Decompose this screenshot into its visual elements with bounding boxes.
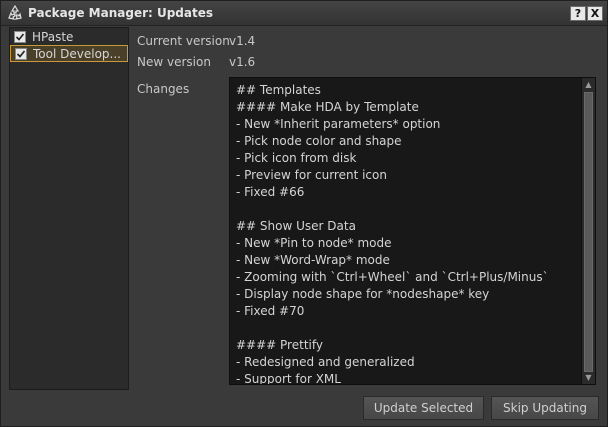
package-checkbox[interactable] <box>14 30 26 43</box>
help-button[interactable]: ? <box>570 6 586 21</box>
package-manager-window: Package Manager: Updates ? X HPaste Tool… <box>0 0 608 427</box>
scroll-thumb[interactable] <box>584 92 593 372</box>
window-title: Package Manager: Updates <box>28 6 214 20</box>
scroll-up-icon[interactable]: ▲ <box>582 78 595 91</box>
new-version-label: New version <box>137 55 211 69</box>
package-checkbox[interactable] <box>15 47 27 60</box>
package-list[interactable]: HPaste Tool Develop... <box>9 27 129 390</box>
scroll-down-icon[interactable]: ▼ <box>582 371 595 384</box>
current-version-label: Current version <box>137 34 230 48</box>
current-version-value: v1.4 <box>229 34 256 48</box>
changes-text: ## Templates #### Make HDA by Template -… <box>236 83 549 385</box>
package-label: HPaste <box>32 29 74 44</box>
skip-updating-button[interactable]: Skip Updating <box>491 396 599 420</box>
title-bar[interactable]: Package Manager: Updates ? X <box>1 1 607 26</box>
package-item-hpaste[interactable]: HPaste <box>10 28 128 45</box>
package-item-tool-develop[interactable]: Tool Develop... <box>10 45 128 62</box>
close-button[interactable]: X <box>587 6 603 21</box>
vertical-scrollbar[interactable]: ▲ ▼ <box>581 78 595 384</box>
changes-label: Changes <box>137 82 190 96</box>
changes-text-area[interactable]: ## Templates #### Make HDA by Template -… <box>229 77 596 385</box>
checkmark-icon <box>15 32 25 41</box>
package-label: Tool Develop... <box>33 46 121 61</box>
new-version-value: v1.6 <box>229 55 256 69</box>
update-selected-button[interactable]: Update Selected <box>363 396 484 420</box>
checkmark-icon <box>16 49 26 58</box>
recycle-icon <box>8 5 22 20</box>
